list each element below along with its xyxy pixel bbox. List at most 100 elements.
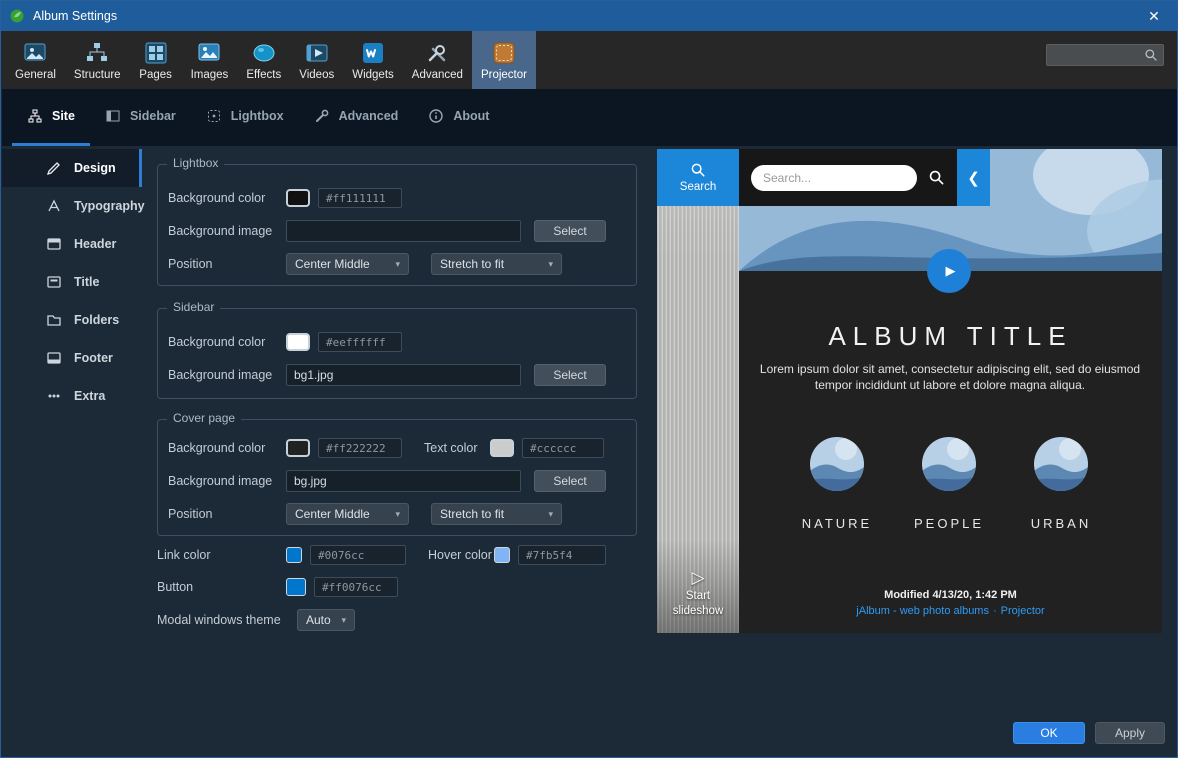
- tab-advanced[interactable]: Advanced: [299, 89, 414, 146]
- cover-position-dropdown[interactable]: Center Middle ▾: [286, 503, 409, 525]
- folder-thumbnail-urban[interactable]: [1034, 437, 1088, 491]
- tab-lightbox[interactable]: Lightbox: [191, 89, 299, 146]
- lightbox-bg-image-row: Background image Select: [168, 220, 626, 242]
- toolbar-item-videos[interactable]: Videos: [290, 31, 343, 89]
- apply-button[interactable]: Apply: [1095, 722, 1165, 744]
- toolbar-item-projector[interactable]: Projector: [472, 31, 536, 89]
- folder-icon: [46, 312, 62, 328]
- lightbox-bg-image-input[interactable]: [286, 220, 521, 242]
- folder-label-urban[interactable]: URBAN: [1006, 516, 1116, 531]
- videos-icon: [303, 40, 331, 66]
- toolbar-item-general[interactable]: General: [6, 31, 65, 89]
- folder-thumbnail-nature[interactable]: [810, 437, 864, 491]
- cover-bg-color-swatch[interactable]: [286, 439, 310, 457]
- group-lightbox: Lightbox Background color Background ima…: [157, 164, 637, 286]
- toolbar-item-advanced[interactable]: Advanced: [403, 31, 472, 89]
- main-toolbar: General Structure Pages Images Effects V…: [2, 31, 1178, 89]
- cover-text-color-swatch[interactable]: [490, 439, 514, 457]
- toolbar-item-structure[interactable]: Structure: [65, 31, 130, 89]
- sidebar-item-title[interactable]: Title: [2, 263, 142, 301]
- close-button[interactable]: ✕: [1131, 1, 1177, 31]
- tab-site[interactable]: Site: [12, 89, 90, 146]
- sidebar-bg-color-row: Background color: [168, 331, 626, 353]
- lightbox-select-button[interactable]: Select: [534, 220, 606, 242]
- preview-play-button[interactable]: ▶: [927, 249, 971, 293]
- search-icon: [1144, 48, 1158, 62]
- preview-search-input[interactable]: [751, 165, 917, 191]
- sidebar-item-extra[interactable]: Extra: [2, 377, 142, 415]
- sidebar-item-folders[interactable]: Folders: [2, 301, 142, 339]
- toolbar-item-effects[interactable]: Effects: [237, 31, 290, 89]
- sidebar-item-footer[interactable]: Footer: [2, 339, 142, 377]
- preview-search-tab[interactable]: Search: [657, 149, 739, 206]
- preview-collapse-button[interactable]: ❮: [957, 149, 990, 206]
- content-area: Design Typography Header Title Folders F…: [2, 146, 1178, 758]
- group-lightbox-title: Lightbox: [167, 156, 224, 170]
- tab-sidebar[interactable]: Sidebar: [90, 89, 191, 146]
- button-color-label: Button: [157, 580, 286, 594]
- sidebar-bg-color-swatch[interactable]: [286, 333, 310, 351]
- lightbox-bg-color-swatch[interactable]: [286, 189, 310, 207]
- folder-label-people[interactable]: PEOPLE: [894, 516, 1004, 531]
- cover-colors-row: Background color Text color: [168, 437, 626, 459]
- toolbar-item-images[interactable]: Images: [182, 31, 238, 89]
- tab-about[interactable]: About: [413, 89, 504, 146]
- position-label: Position: [168, 507, 286, 521]
- cover-bg-color-input[interactable]: [318, 438, 402, 458]
- chevron-down-icon: ▾: [387, 259, 400, 270]
- sidebar-bg-image-row: Background image Select: [168, 364, 626, 386]
- start-slideshow-button[interactable]: ▷ Start slideshow: [657, 569, 739, 619]
- cover-bg-image-row: Background image Select: [168, 470, 626, 492]
- chevron-down-icon: ▾: [333, 615, 346, 626]
- modal-theme-dropdown[interactable]: Auto ▾: [297, 609, 355, 631]
- cover-text-color-input[interactable]: [522, 438, 604, 458]
- sidebar-select-button[interactable]: Select: [534, 364, 606, 386]
- wrench-icon: [314, 108, 330, 124]
- preview-modified-text: Modified 4/13/20, 1:42 PM: [739, 589, 1162, 601]
- sidebar-item-design[interactable]: Design: [2, 149, 142, 187]
- toolbar-search: [1046, 44, 1164, 66]
- hover-color-swatch[interactable]: [494, 547, 510, 563]
- projector-link[interactable]: Projector: [999, 605, 1047, 617]
- text-color-label: Text color: [424, 441, 490, 455]
- chevron-left-icon: ❮: [967, 169, 980, 187]
- button-color-swatch[interactable]: [286, 578, 306, 596]
- sidebar-item-header[interactable]: Header: [2, 225, 142, 263]
- toolbar-item-pages[interactable]: Pages: [130, 31, 182, 89]
- site-icon: [27, 108, 43, 124]
- cover-select-button[interactable]: Select: [534, 470, 606, 492]
- toolbar-item-widgets[interactable]: Widgets: [343, 31, 403, 89]
- jalbum-link[interactable]: jAlbum - web photo albums: [854, 605, 991, 617]
- sidebar-bg-image-input[interactable]: [286, 364, 521, 386]
- folder-thumbnail-people[interactable]: [922, 437, 976, 491]
- position-label: Position: [168, 257, 286, 271]
- album-settings-window: Album Settings ✕ General Structure Pages…: [0, 0, 1178, 758]
- search-icon: [690, 162, 706, 178]
- cover-bg-image-input[interactable]: [286, 470, 521, 492]
- window-title: Album Settings: [33, 9, 117, 23]
- footer-icon: [46, 350, 62, 366]
- button-color-input[interactable]: [314, 577, 398, 597]
- bg-image-label: Background image: [168, 474, 286, 488]
- lightbox-bg-color-input[interactable]: [318, 188, 402, 208]
- link-color-label: Link color: [157, 548, 286, 562]
- sidebar-layout-icon: [105, 108, 121, 124]
- lightbox-position-dropdown[interactable]: Center Middle ▾: [286, 253, 409, 275]
- play-icon: ▶: [946, 263, 956, 279]
- folder-label-nature[interactable]: NATURE: [782, 516, 892, 531]
- title-icon: [46, 274, 62, 290]
- search-icon[interactable]: [928, 169, 945, 186]
- hover-color-input[interactable]: [518, 545, 606, 565]
- widgets-icon: [359, 40, 387, 66]
- link-color-input[interactable]: [310, 545, 406, 565]
- lightbox-fit-dropdown[interactable]: Stretch to fit ▾: [431, 253, 562, 275]
- link-color-swatch[interactable]: [286, 547, 302, 563]
- ok-button[interactable]: OK: [1013, 722, 1085, 744]
- preview-album-description: Lorem ipsum dolor sit amet, consectetur …: [749, 361, 1151, 393]
- cover-fit-dropdown[interactable]: Stretch to fit ▾: [431, 503, 562, 525]
- group-sidebar: Sidebar Background color Background imag…: [157, 308, 637, 399]
- sidebar-item-typography[interactable]: Typography: [2, 187, 142, 225]
- bg-image-label: Background image: [168, 368, 286, 382]
- toolbar-search-input[interactable]: [1052, 48, 1144, 62]
- sidebar-bg-color-input[interactable]: [318, 332, 402, 352]
